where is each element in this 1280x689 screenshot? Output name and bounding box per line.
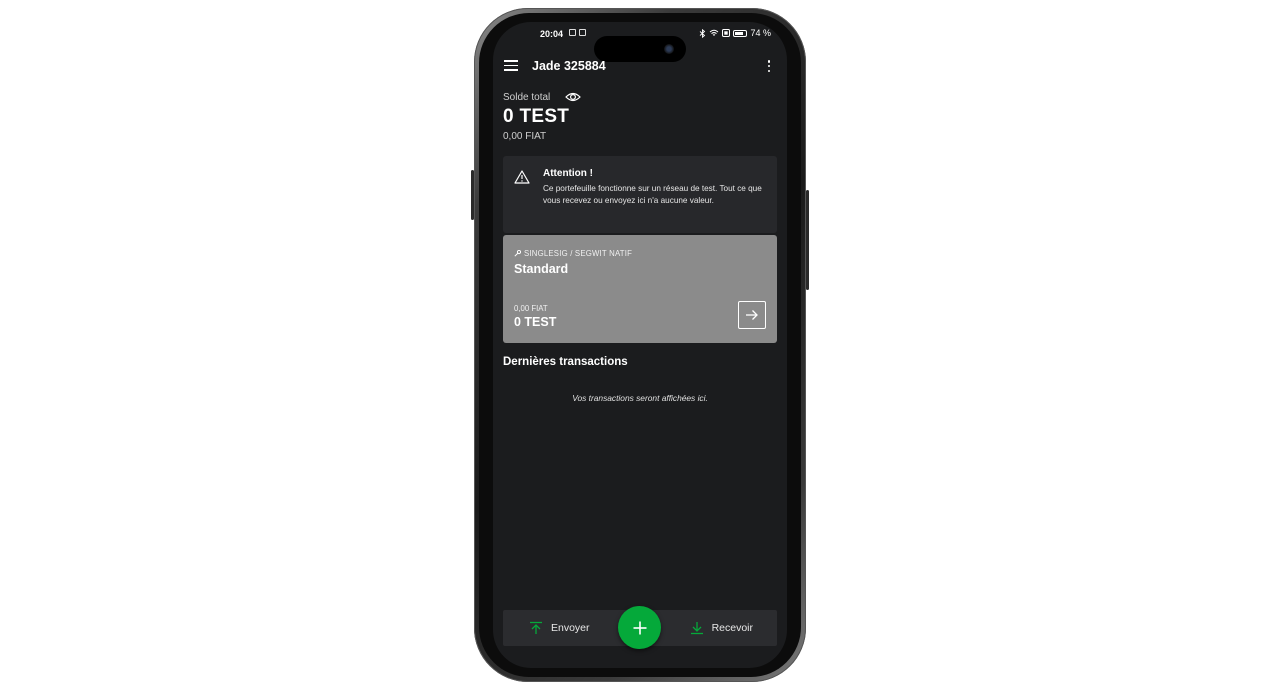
add-fab-button[interactable]: [618, 606, 661, 649]
nfc-icon: [579, 29, 586, 36]
receive-button[interactable]: Recevoir: [690, 610, 753, 646]
camera-icon: [664, 44, 674, 54]
dynamic-island: [594, 36, 686, 62]
battery-icon: [733, 29, 748, 37]
plus-icon: [633, 621, 646, 634]
warning-text: Ce portefeuille fonctionne sur un réseau…: [543, 184, 762, 205]
send-label: Envoyer: [551, 622, 590, 634]
account-type-label: SINGLESIG / SEGWIT NATIF: [524, 249, 633, 258]
phone-screen: 20:04 74 % Jade 325884 Solde total 0 TES…: [493, 22, 787, 668]
account-card-standard[interactable]: SINGLESIG / SEGWIT NATIF Standard 0,00 F…: [503, 235, 777, 343]
sim-icon: [722, 29, 731, 37]
account-amount: 0 TEST: [514, 315, 557, 329]
send-button[interactable]: Envoyer: [529, 610, 590, 646]
warning-title: Attention !: [543, 168, 593, 179]
battery-level: 74 %: [750, 28, 771, 38]
account-fiat: 0,00 FIAT: [514, 304, 548, 313]
hamburger-menu-icon[interactable]: [504, 60, 518, 71]
wifi-icon: [710, 29, 719, 36]
warning-triangle-icon: [514, 170, 530, 184]
eye-icon[interactable]: [565, 91, 581, 103]
open-account-button[interactable]: [738, 301, 766, 329]
key-icon: [514, 250, 521, 257]
account-type: SINGLESIG / SEGWIT NATIF: [514, 249, 632, 258]
receive-arrow-down-icon: [690, 622, 703, 635]
notification-icon: [569, 29, 576, 36]
phone-side-button: [806, 190, 809, 290]
kebab-menu-icon[interactable]: [767, 60, 771, 72]
account-name: Standard: [514, 262, 569, 276]
status-notification-icons: [569, 29, 586, 36]
transactions-empty-state: Vos transactions seront affichées ici.: [572, 393, 708, 403]
phone-volume-button: [471, 170, 474, 220]
bluetooth-icon: [700, 28, 706, 38]
send-arrow-up-icon: [530, 621, 542, 634]
wallet-title: Jade 325884: [532, 59, 606, 73]
recent-transactions-title: Dernières transactions: [503, 356, 628, 368]
receive-label: Recevoir: [711, 622, 753, 634]
status-right: 74 %: [699, 28, 771, 38]
total-balance-label: Solde total: [503, 92, 551, 103]
total-balance-amount: 0 TEST: [503, 106, 570, 127]
total-balance-fiat: 0,00 FIAT: [503, 131, 547, 142]
status-time: 20:04: [540, 29, 564, 39]
arrow-right-icon: [746, 310, 758, 320]
testnet-warning-card: Attention ! Ce portefeuille fonctionne s…: [503, 156, 777, 233]
